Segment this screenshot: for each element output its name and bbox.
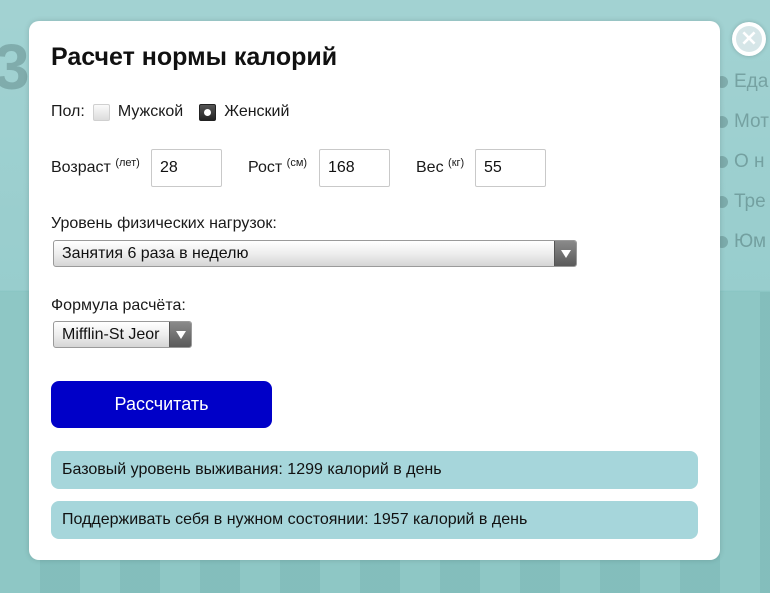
gender-male-label[interactable]: Мужской bbox=[118, 103, 183, 121]
activity-label: Уровень физических нагрузок: bbox=[51, 215, 277, 232]
gender-female-label[interactable]: Женский bbox=[224, 103, 289, 121]
formula-selected-value: Mifflin-St Jeor bbox=[62, 325, 160, 343]
weight-input[interactable] bbox=[475, 149, 546, 187]
calorie-calculator-dialog: Расчет нормы калорий Пол: Мужской Женски… bbox=[29, 21, 720, 560]
gender-female-radio[interactable] bbox=[199, 103, 217, 121]
dialog-title: Расчет нормы калорий bbox=[51, 43, 338, 71]
chevron-down-icon bbox=[554, 241, 576, 266]
activity-select[interactable]: Занятия 6 раза в неделю bbox=[53, 240, 577, 267]
result-basal: Базовый уровень выживания: 1299 калорий … bbox=[51, 451, 698, 489]
gender-selector: Пол: Мужской Женский bbox=[51, 101, 289, 123]
chevron-down-icon bbox=[169, 322, 191, 347]
gender-male-radio[interactable] bbox=[92, 103, 110, 121]
formula-label: Формула расчёта: bbox=[51, 297, 186, 314]
activity-selected-value: Занятия 6 раза в неделю bbox=[62, 244, 249, 262]
formula-select[interactable]: Mifflin-St Jeor bbox=[53, 321, 192, 348]
result-maintain: Поддерживать себя в нужном состоянии: 19… bbox=[51, 501, 698, 539]
body-params: Возраст (лет) Рост (см) Вес (кг) bbox=[51, 149, 711, 187]
height-input[interactable] bbox=[319, 149, 390, 187]
age-label: Возраст (лет) bbox=[51, 157, 140, 176]
height-label: Рост (см) bbox=[248, 157, 308, 176]
close-icon: × bbox=[736, 26, 762, 52]
close-button[interactable]: × bbox=[732, 22, 766, 56]
age-input[interactable] bbox=[151, 149, 222, 187]
radio-selected-icon bbox=[204, 108, 212, 116]
calculate-button[interactable]: Рассчитать bbox=[51, 381, 272, 428]
weight-label: Вес (кг) bbox=[416, 157, 465, 176]
gender-label: Пол: bbox=[51, 103, 85, 120]
